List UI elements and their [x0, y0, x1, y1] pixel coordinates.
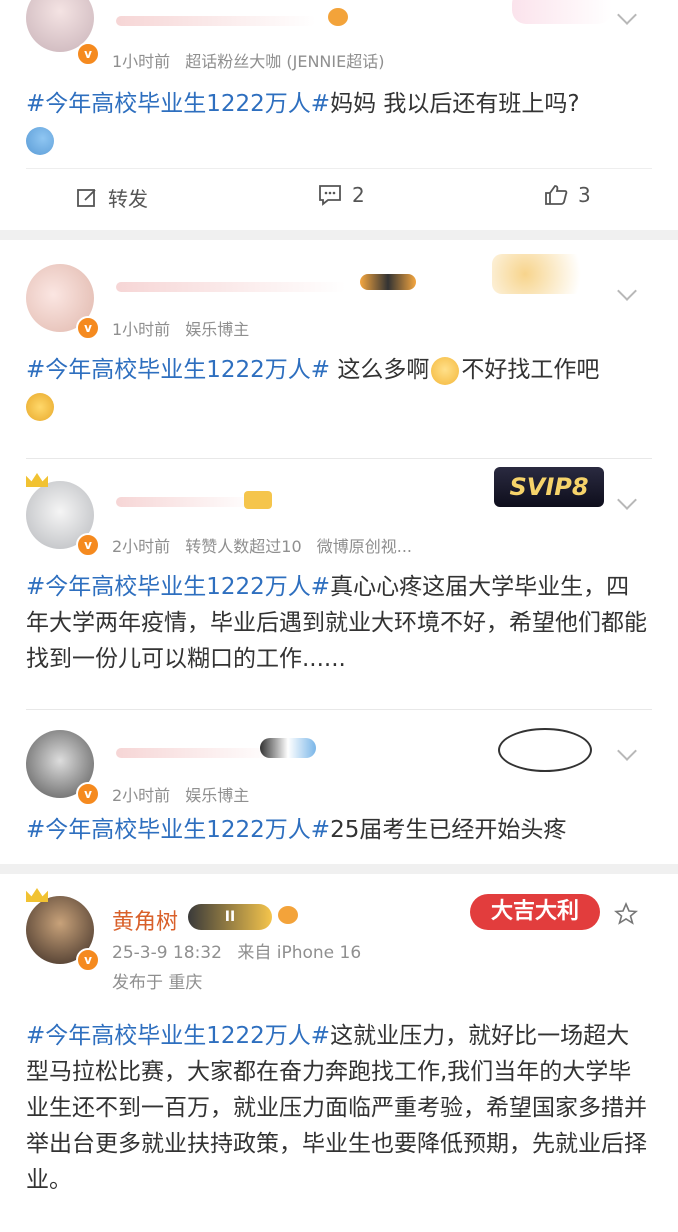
section-separator — [0, 864, 678, 874]
blurred-username — [116, 497, 256, 507]
card-decoration — [512, 0, 612, 24]
action-bar: 转发 2 3 — [26, 168, 652, 227]
post-time: 25-3-9 18:32 — [112, 943, 222, 963]
hashtag-link[interactable]: #今年高校毕业生1222万人# — [26, 817, 330, 843]
sticker-icon — [278, 906, 298, 924]
sticker-icon — [328, 8, 348, 26]
post-meta: 1小时前 超话粉丝大咖 (JENNIE超话) — [112, 48, 394, 72]
microphone-emoji-icon — [26, 126, 54, 155]
hashtag-link[interactable]: #今年高校毕业生1222万人# — [26, 91, 330, 117]
hashtag-link[interactable]: #今年高校毕业生1222万人# — [26, 1023, 330, 1049]
verified-icon: v — [76, 316, 100, 340]
post-5: v 黄角树 II 大吉大利 25-3-9 18:32 来自 iPhone 16 … — [0, 874, 678, 1232]
post-source-2[interactable]: 微博原创视... — [317, 537, 412, 556]
post-text: #今年高校毕业生1222万人#真心心疼这届大学毕业生，四年大学两年疫情，毕业后遇… — [26, 569, 652, 677]
svip-badge: SVIP8 — [494, 467, 604, 507]
post-source[interactable]: 超话粉丝大咖 (JENNIE超话) — [185, 52, 384, 71]
like-button[interactable]: 3 — [544, 183, 591, 207]
post-header: v SVIP8 2小时前 转赞人数超过10 微博原创视... — [26, 467, 652, 561]
post-body: 妈妈 我以后还有班上吗? — [330, 91, 580, 117]
lucky-badge: 大吉大利 — [470, 894, 600, 930]
post-body: 这么多啊 — [330, 357, 430, 383]
post-meta: 2小时前 娱乐博主 — [112, 782, 259, 806]
sticker-icon — [360, 274, 416, 290]
verified-icon: v — [76, 533, 100, 557]
repost-label: 转发 — [108, 187, 148, 211]
like-count: 3 — [578, 183, 591, 207]
username[interactable]: 黄角树 — [112, 904, 178, 936]
verified-icon: v — [76, 782, 100, 806]
post-4: v 2小时前 娱乐博主 #今年高校毕业生1222万人#25届考生已经开始头疼 — [0, 710, 678, 864]
post-text: #今年高校毕业生1222万人#妈妈 我以后还有班上吗? — [26, 86, 652, 158]
card-decoration — [492, 254, 602, 294]
post-text: #今年高校毕业生1222万人# 这么多啊 不好找工作吧 — [26, 352, 652, 424]
sticker-icon — [260, 738, 316, 758]
post-time: 2小时前 — [112, 786, 171, 805]
hashtag-link[interactable]: #今年高校毕业生1222万人# — [26, 357, 330, 383]
surprised-emoji-icon — [431, 356, 460, 385]
comment-count: 2 — [352, 183, 365, 207]
hammer-emoji-icon — [26, 392, 54, 421]
post-body-end: 不好找工作吧 — [461, 357, 600, 383]
post-3: v SVIP8 2小时前 转赞人数超过10 微博原创视... #今年高校毕业生1… — [0, 459, 678, 709]
chevron-down-icon[interactable] — [617, 5, 637, 25]
star-icon[interactable] — [614, 902, 638, 926]
post-header: v 黄角树 II 大吉大利 25-3-9 18:32 来自 iPhone 16 … — [26, 888, 652, 1004]
post-meta: 1小时前 娱乐博主 — [112, 316, 259, 340]
post-time: 1小时前 — [112, 320, 171, 339]
repost-button[interactable]: 转发 — [76, 183, 148, 212]
post-header: v 2小时前 娱乐博主 — [26, 726, 652, 812]
blurred-username — [116, 748, 276, 758]
level-badge — [244, 491, 272, 509]
post-source: 转赞人数超过10 — [185, 537, 302, 556]
post-source: 娱乐博主 — [185, 786, 250, 805]
verified-icon: v — [76, 42, 100, 66]
hashtag-link[interactable]: #今年高校毕业生1222万人# — [26, 574, 330, 600]
blurred-username — [116, 16, 316, 26]
verified-icon: v — [76, 948, 100, 972]
post-time: 1小时前 — [112, 52, 171, 71]
blurred-username — [116, 282, 346, 292]
post-header: v 1小时前 超话粉丝大咖 (JENNIE超话) — [26, 0, 652, 82]
comment-icon — [319, 185, 341, 206]
post-time: 2小时前 — [112, 537, 171, 556]
level-badge: II — [188, 904, 272, 930]
post-header: v 1小时前 娱乐博主 — [26, 254, 652, 346]
post-source: 娱乐博主 — [185, 320, 250, 339]
repost-icon — [77, 188, 96, 207]
card-decoration — [498, 728, 592, 772]
chevron-down-icon[interactable] — [617, 741, 637, 761]
crown-icon — [26, 888, 48, 902]
thumbs-up-icon — [545, 185, 568, 205]
post-1: v 1小时前 超话粉丝大咖 (JENNIE超话) #今年高校毕业生1222万人#… — [0, 0, 678, 211]
post-meta: 2小时前 转赞人数超过10 微博原创视... — [112, 533, 422, 557]
post-location: 发布于 重庆 — [112, 973, 203, 993]
chevron-down-icon[interactable] — [617, 281, 637, 301]
post-source: 来自 iPhone 16 — [237, 943, 362, 963]
post-text: #今年高校毕业生1222万人#这就业压力，就好比一场超大型马拉松比赛，大家都在奋… — [26, 1018, 652, 1198]
chevron-down-icon[interactable] — [617, 490, 637, 510]
post-body: 25届考生已经开始头疼 — [330, 817, 567, 843]
section-separator — [0, 230, 678, 240]
comment-button[interactable]: 2 — [318, 183, 365, 207]
crown-icon — [26, 473, 48, 487]
post-text: #今年高校毕业生1222万人#25届考生已经开始头疼 — [26, 812, 652, 848]
post-2: v 1小时前 娱乐博主 #今年高校毕业生1222万人# 这么多啊 不好找工作吧 — [0, 240, 678, 458]
post-meta: 25-3-9 18:32 来自 iPhone 16 — [112, 938, 371, 963]
